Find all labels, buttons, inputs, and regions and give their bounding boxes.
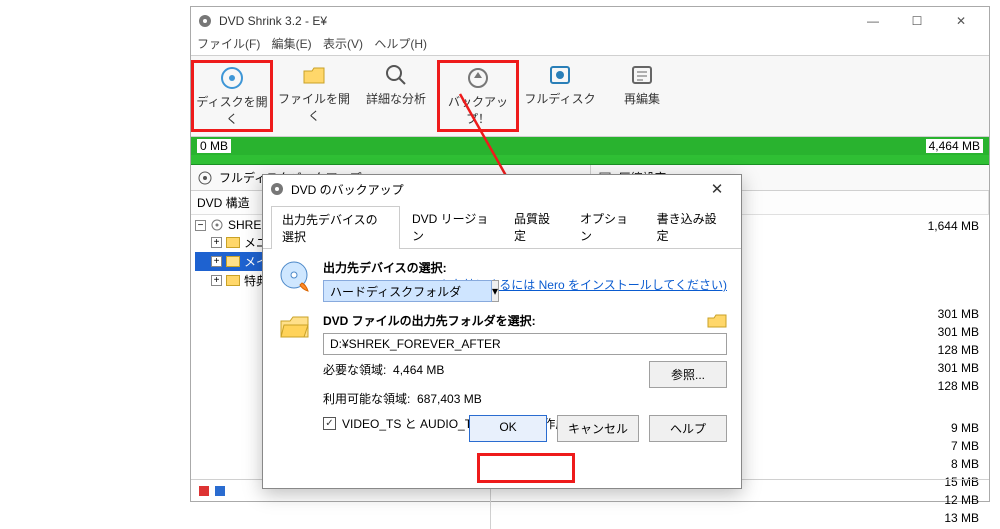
progress-bar xyxy=(191,155,989,165)
ok-button[interactable]: OK xyxy=(469,415,547,442)
close-button[interactable]: ✕ xyxy=(939,9,983,33)
help-button[interactable]: ヘルプ xyxy=(649,415,727,442)
expand-icon[interactable]: + xyxy=(211,275,222,286)
video-size: 301 MB xyxy=(909,361,983,375)
analyze-button[interactable]: 詳細な分析 xyxy=(355,60,437,132)
open-disc-button[interactable]: ディスクを開く xyxy=(191,60,273,132)
backup-icon xyxy=(465,66,491,90)
burn-disc-icon xyxy=(278,259,312,293)
menu-edit[interactable]: 編集(E) xyxy=(272,37,312,51)
tool-label: 詳細な分析 xyxy=(355,90,437,107)
menu-help[interactable]: ヘルプ(H) xyxy=(374,37,427,51)
dialog-icon xyxy=(269,181,285,197)
video-size: 8 MB xyxy=(909,457,983,471)
toolbar: ディスクを開く ファイルを開く 詳細な分析 バックアップ！ フルディスク 再編集 xyxy=(191,55,989,137)
expand-icon[interactable]: + xyxy=(211,256,222,267)
backup-button[interactable]: バックアップ！ xyxy=(437,60,519,132)
device-combo[interactable]: ▾ xyxy=(323,280,439,302)
tab-device[interactable]: 出力先デバイスの選択 xyxy=(271,206,400,249)
folder-icon xyxy=(301,63,327,87)
annotation-ok-highlight xyxy=(477,453,575,483)
disc-tiny-icon xyxy=(210,218,224,232)
reauthor-icon xyxy=(629,63,655,87)
list-item[interactable]: 13 MB xyxy=(497,509,983,527)
expand-icon[interactable]: + xyxy=(211,237,222,248)
tool-label: ファイルを開く xyxy=(273,90,355,124)
video-size: 128 MB xyxy=(909,343,983,357)
dialog-tabs: 出力先デバイスの選択 DVD リージョン 品質設定 オプション 書き込み設定 xyxy=(263,205,741,249)
tab-region[interactable]: DVD リージョン xyxy=(401,205,502,248)
disc-icon xyxy=(219,66,245,90)
device-input[interactable] xyxy=(323,280,492,302)
size-left: 0 MB xyxy=(197,139,231,153)
app-icon xyxy=(197,13,213,29)
chevron-down-icon[interactable]: ▾ xyxy=(492,280,499,302)
collapse-icon[interactable]: − xyxy=(195,220,206,231)
status-blue-icon xyxy=(215,486,225,496)
video-size: 128 MB xyxy=(909,379,983,393)
backup-dialog: DVD のバックアップ ✕ 出力先デバイスの選択 DVD リージョン 品質設定 … xyxy=(262,174,742,489)
reauthor-button[interactable]: 再編集 xyxy=(601,60,683,132)
video-size: 301 MB xyxy=(909,307,983,321)
dialog-title: DVD のバックアップ xyxy=(291,181,699,198)
video-size: 301 MB xyxy=(909,325,983,339)
browse-folder-icon[interactable] xyxy=(707,313,727,329)
tab-burn[interactable]: 書き込み設定 xyxy=(646,205,732,248)
tab-options[interactable]: オプション xyxy=(569,205,645,248)
video-size: 13 MB xyxy=(909,511,983,525)
cancel-button[interactable]: キャンセル xyxy=(557,415,639,442)
avail-label: 利用可能な領域: xyxy=(323,392,410,406)
dialog-close-button[interactable]: ✕ xyxy=(699,180,735,198)
minimize-button[interactable]: — xyxy=(851,9,895,33)
checkbox-icon: ✓ xyxy=(323,417,336,430)
tool-label: ディスクを開く xyxy=(194,93,270,127)
magnifier-icon xyxy=(383,63,409,87)
menu-view[interactable]: 表示(V) xyxy=(323,37,363,51)
folder-icon xyxy=(226,275,240,286)
dialog-buttons: OK キャンセル ヘルプ xyxy=(469,415,727,442)
size-bar: 0 MB 4,464 MB xyxy=(191,137,989,155)
status-red-icon xyxy=(199,486,209,496)
folder-path-input[interactable] xyxy=(323,333,727,355)
size-right: 4,464 MB xyxy=(926,139,983,153)
needed-value: 4,464 MB xyxy=(393,363,444,377)
device-label: 出力先デバイスの選択: xyxy=(323,261,447,275)
maximize-button[interactable]: ☐ xyxy=(895,9,939,33)
menu-bar: ファイル(F) 編集(E) 表示(V) ヘルプ(H) xyxy=(191,35,989,55)
open-file-button[interactable]: ファイルを開く xyxy=(273,60,355,132)
tool-label: 再編集 xyxy=(601,90,683,107)
disc-small-icon xyxy=(197,170,213,186)
video-size: 1,644 MB xyxy=(909,219,983,233)
fulldisc-icon xyxy=(547,63,573,87)
window-title: DVD Shrink 3.2 - E¥ xyxy=(219,14,851,28)
tool-label: フルディスク xyxy=(519,90,601,107)
video-size: 7 MB xyxy=(909,439,983,453)
avail-value: 687,403 MB xyxy=(417,392,482,406)
title-bar: DVD Shrink 3.2 - E¥ — ☐ ✕ xyxy=(191,7,989,35)
folder-open-icon xyxy=(278,312,312,342)
folder-icon xyxy=(226,256,240,267)
menu-file[interactable]: ファイル(F) xyxy=(197,37,260,51)
folder-label: DVD ファイルの出力先フォルダを選択: xyxy=(323,312,536,329)
browse-button[interactable]: 参照... xyxy=(649,361,727,388)
needed-label: 必要な領域: xyxy=(323,363,386,377)
folder-icon xyxy=(226,237,240,248)
tab-quality[interactable]: 品質設定 xyxy=(503,205,568,248)
full-disc-button[interactable]: フルディスク xyxy=(519,60,601,132)
video-size: 9 MB xyxy=(909,421,983,435)
dialog-title-bar: DVD のバックアップ ✕ xyxy=(263,175,741,203)
tool-label: バックアップ！ xyxy=(440,93,516,127)
